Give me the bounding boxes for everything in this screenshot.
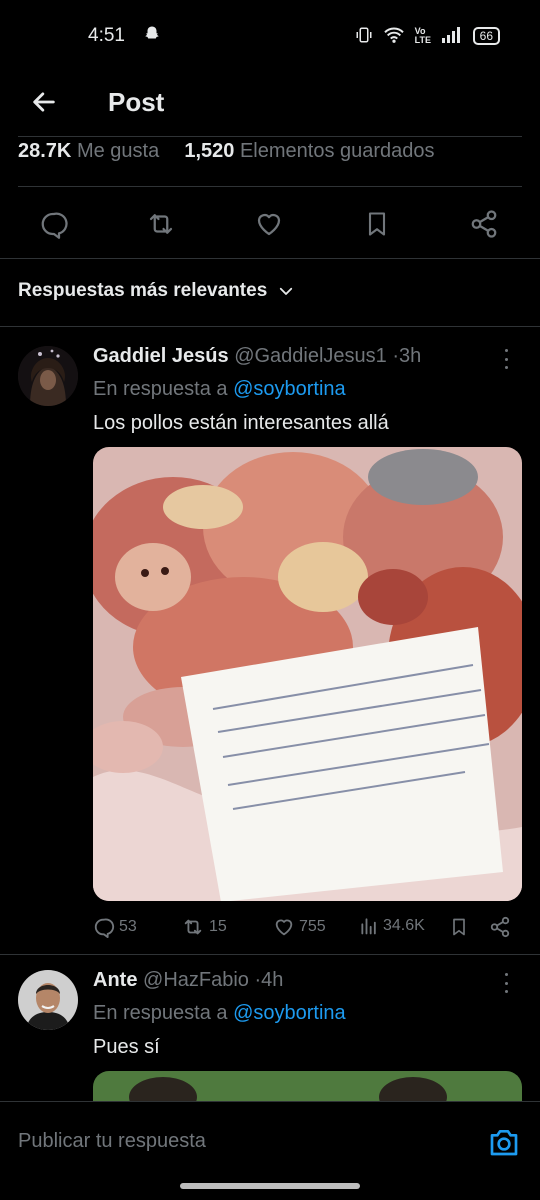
views-count-button[interactable]: 34.6K <box>359 916 425 936</box>
mention-link[interactable]: @soybortina <box>233 378 346 400</box>
arrow-left-icon <box>33 92 55 112</box>
divider <box>0 326 540 327</box>
battery-indicator: 66 <box>472 27 500 45</box>
back-button[interactable] <box>14 77 74 127</box>
timestamp: 3h <box>399 345 422 367</box>
share-button[interactable] <box>466 206 502 242</box>
camera-button[interactable] <box>486 1124 522 1160</box>
reply-context: En respuesta a @soybortina <box>93 378 346 401</box>
chevron-down-icon <box>280 287 293 295</box>
bookmark-icon <box>453 918 465 936</box>
reply-header: Ante @HazFabio ·4h <box>93 969 283 992</box>
author-name[interactable]: Ante <box>93 969 137 991</box>
share-button[interactable] <box>489 916 511 938</box>
divider <box>18 186 522 187</box>
like-count: 755 <box>299 918 326 935</box>
heart-icon <box>257 213 281 236</box>
mention-link[interactable]: @soybortina <box>233 1002 346 1024</box>
bookmark-icon <box>368 212 386 236</box>
author-handle[interactable]: @GaddielJesus1 <box>234 345 387 367</box>
bookmark-button[interactable] <box>359 206 395 242</box>
like-button[interactable] <box>251 206 287 242</box>
more-options-button[interactable] <box>496 347 516 371</box>
likes-count[interactable]: 28.7K <box>18 140 71 162</box>
post-stats: 28.7K Me gusta 1,520 Elementos guardados <box>18 140 435 163</box>
status-indicators: Vo LTE 66 <box>355 26 500 47</box>
bookmarks-label[interactable]: Elementos guardados <box>240 140 435 162</box>
timestamp: 4h <box>261 969 284 991</box>
status-bar: 4:51 Vo LTE 66 <box>0 0 540 72</box>
repost-count-button[interactable]: 15 <box>181 916 227 938</box>
vibrate-icon <box>355 26 373 47</box>
reply-icon <box>94 918 115 938</box>
reply-metrics: 53 15 755 34.6K <box>93 916 518 946</box>
reply-prefix: En respuesta a <box>93 1002 228 1024</box>
views-count: 34.6K <box>383 917 425 934</box>
heart-icon <box>275 919 293 936</box>
camera-icon <box>490 1129 518 1155</box>
wifi-icon <box>383 26 405 47</box>
top-app-bar: Post <box>0 72 540 132</box>
volte-label: Vo LTE <box>414 26 431 45</box>
reply-input[interactable]: Publicar tu respuesta <box>18 1130 206 1153</box>
reply-text: Los pollos están interesantes allá <box>93 412 389 434</box>
reply-icon <box>41 212 68 239</box>
like-count-button[interactable]: 755 <box>273 916 326 938</box>
home-indicator[interactable] <box>180 1183 360 1189</box>
bookmarks-count[interactable]: 1,520 <box>184 140 234 162</box>
reply-count: 53 <box>119 918 137 935</box>
more-options-button[interactable] <box>496 971 516 995</box>
status-time: 4:51 <box>88 25 125 46</box>
bookmark-button[interactable] <box>449 916 469 938</box>
likes-label[interactable]: Me gusta <box>77 140 159 162</box>
reply-count-button[interactable]: 53 <box>93 916 137 938</box>
reply-header: Gaddiel Jesús @GaddielJesus1 ·3h <box>93 345 421 368</box>
replies-sort-dropdown[interactable]: Respuestas más relevantes <box>18 280 295 302</box>
repost-button[interactable] <box>143 206 179 242</box>
post-actions <box>0 190 540 258</box>
signal-icon <box>441 26 463 47</box>
share-icon <box>471 210 497 238</box>
views-chart-icon <box>361 918 376 935</box>
snapchat-notification-icon <box>143 25 161 48</box>
divider <box>0 954 540 955</box>
reply-button[interactable] <box>36 206 72 242</box>
divider <box>18 136 522 137</box>
author-handle[interactable]: @HazFabio <box>143 969 249 991</box>
reply-text: Pues sí <box>93 1036 160 1058</box>
repost-icon <box>184 919 202 935</box>
compose-reply-bar[interactable]: Publicar tu respuesta <box>0 1101 540 1181</box>
replies-sort-label: Respuestas más relevantes <box>18 280 268 301</box>
reply-prefix: En respuesta a <box>93 378 228 400</box>
page-title: Post <box>108 86 165 117</box>
share-icon <box>490 916 510 938</box>
reply-image[interactable] <box>93 447 522 901</box>
repost-icon <box>149 214 173 234</box>
reply-context: En respuesta a @soybortina <box>93 1002 346 1025</box>
avatar[interactable] <box>18 346 78 406</box>
divider <box>0 258 540 259</box>
repost-count: 15 <box>209 918 227 935</box>
author-name[interactable]: Gaddiel Jesús <box>93 345 229 367</box>
avatar[interactable] <box>18 970 78 1030</box>
